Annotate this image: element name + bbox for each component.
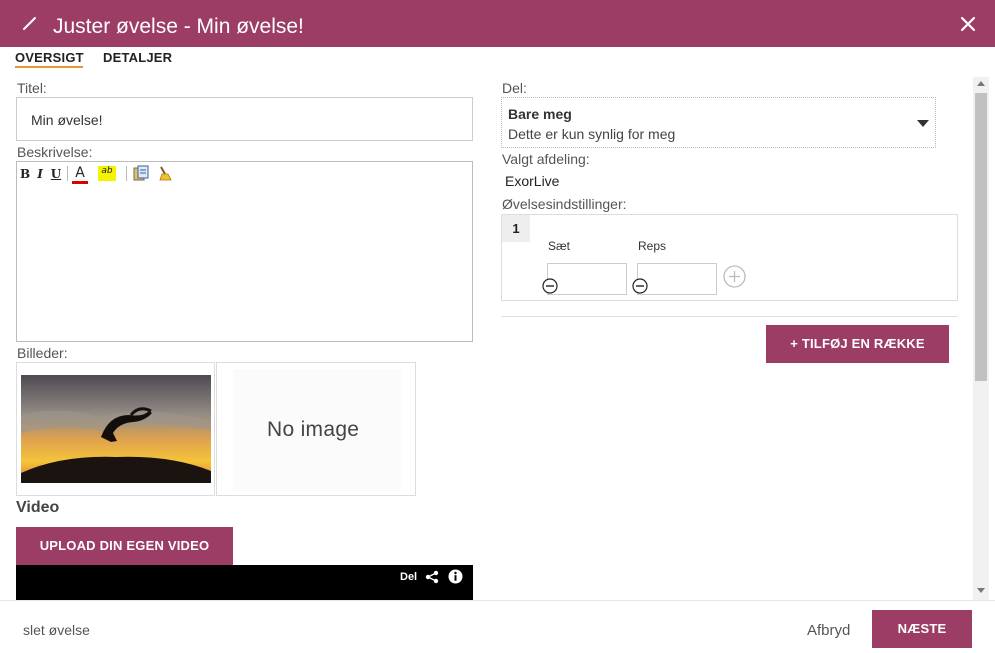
title-input-value: Min øvelse! bbox=[31, 112, 103, 128]
row-number: 1 bbox=[502, 215, 530, 242]
clear-format-icon[interactable] bbox=[157, 165, 173, 181]
italic-icon[interactable]: I bbox=[35, 166, 45, 182]
exercise-settings-row: 1 Sæt Reps bbox=[501, 214, 958, 301]
active-tab-indicator bbox=[15, 66, 83, 68]
chevron-down-icon bbox=[917, 120, 929, 127]
dialog-footer: slet øvelse Afbryd NÆSTE bbox=[0, 600, 995, 653]
images-label: Billeder: bbox=[17, 345, 68, 361]
minus-circle-icon[interactable] bbox=[632, 278, 648, 294]
toolbar-divider bbox=[67, 166, 68, 181]
tab-detaljer[interactable]: DETALJER bbox=[103, 50, 172, 66]
add-row-button[interactable]: + TILFØJ EN RÆKKE bbox=[766, 325, 949, 363]
video-heading: Video bbox=[16, 499, 60, 516]
paste-icon[interactable] bbox=[133, 165, 149, 181]
reps-input[interactable] bbox=[637, 263, 717, 295]
share-selected-description: Dette er kun synlig for meg bbox=[508, 126, 676, 142]
reps-label: Reps bbox=[638, 239, 667, 253]
scrollbar[interactable] bbox=[973, 77, 989, 600]
no-image-text: No image bbox=[267, 418, 360, 441]
highlight-icon[interactable]: ab bbox=[98, 166, 116, 181]
share-icon[interactable] bbox=[425, 570, 439, 584]
upload-video-button[interactable]: UPLOAD DIN EGEN VIDEO bbox=[16, 527, 233, 565]
scroll-up-icon[interactable] bbox=[977, 81, 985, 86]
description-label: Beskrivelse: bbox=[17, 144, 93, 160]
next-button[interactable]: NÆSTE bbox=[872, 610, 972, 648]
scroll-down-icon[interactable] bbox=[977, 588, 985, 593]
image-gallery: No image bbox=[16, 362, 416, 496]
exercise-photo bbox=[21, 375, 211, 483]
dialog-titlebar: Juster øvelse - Min øvelse! bbox=[0, 0, 995, 47]
video-player[interactable]: Del bbox=[16, 565, 473, 600]
title-label: Titel: bbox=[17, 80, 47, 96]
title-input[interactable]: Min øvelse! bbox=[16, 97, 473, 141]
font-color-icon[interactable]: A bbox=[72, 166, 88, 184]
toolbar-divider bbox=[126, 166, 127, 181]
underline-icon[interactable]: U bbox=[50, 166, 62, 182]
dialog-title: Juster øvelse - Min øvelse! bbox=[53, 15, 304, 38]
cancel-link[interactable]: Afbryd bbox=[807, 622, 850, 639]
share-select[interactable]: Bare meg Dette er kun synlig for meg bbox=[501, 97, 936, 148]
share-selected-title: Bare meg bbox=[508, 106, 572, 122]
sets-label: Sæt bbox=[548, 239, 571, 253]
tab-oversigt[interactable]: OVERSIGT bbox=[15, 50, 84, 66]
sets-input[interactable] bbox=[547, 263, 627, 295]
close-icon[interactable] bbox=[958, 14, 978, 34]
share-label: Del: bbox=[502, 80, 527, 96]
pencil-icon bbox=[23, 17, 36, 30]
scrollbar-thumb[interactable] bbox=[975, 93, 987, 381]
department-value: ExorLive bbox=[505, 173, 560, 189]
section-divider bbox=[501, 316, 958, 317]
description-editor[interactable]: B I U A ab bbox=[16, 161, 473, 342]
plus-circle-icon[interactable] bbox=[723, 265, 746, 288]
bold-icon[interactable]: B bbox=[20, 166, 30, 182]
info-icon[interactable] bbox=[448, 569, 463, 584]
video-share-label[interactable]: Del bbox=[400, 571, 417, 583]
image-slot[interactable] bbox=[16, 362, 215, 496]
department-label: Valgt afdeling: bbox=[502, 151, 590, 167]
image-slot[interactable]: No image bbox=[216, 362, 416, 496]
delete-exercise-link[interactable]: slet øvelse bbox=[23, 622, 90, 638]
exercise-settings-label: Øvelsesindstillinger: bbox=[502, 196, 627, 212]
minus-circle-icon[interactable] bbox=[542, 278, 558, 294]
